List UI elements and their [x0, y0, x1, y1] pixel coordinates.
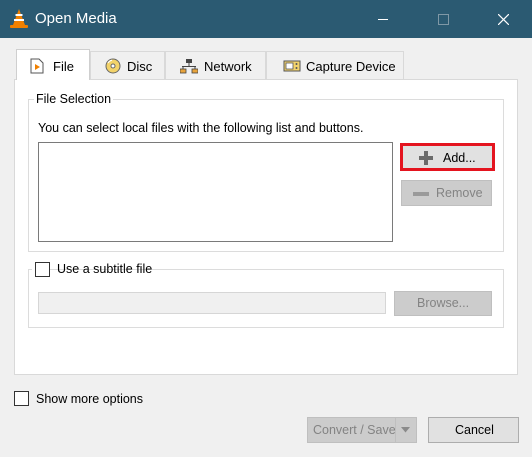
file-selection-legend: File Selection [34, 92, 114, 106]
cancel-button[interactable]: Cancel [428, 417, 519, 443]
tab-capture-device[interactable]: Capture Device [266, 51, 404, 79]
plus-icon [418, 150, 434, 166]
convert-save-button[interactable]: Convert / Save [307, 417, 417, 443]
close-button[interactable] [480, 0, 526, 38]
tab-network-label: Network [204, 59, 252, 74]
file-list[interactable] [38, 142, 393, 242]
tab-capture-device-label: Capture Device [306, 59, 396, 74]
tab-file[interactable]: File [16, 49, 90, 80]
remove-button[interactable]: Remove [401, 180, 492, 206]
tab-disc-label: Disc [127, 59, 153, 74]
browse-button[interactable]: Browse... [394, 291, 492, 316]
add-button-label: Add... [443, 151, 476, 165]
close-icon [498, 14, 509, 25]
vlc-cone-icon [9, 8, 29, 30]
file-icon [29, 58, 45, 74]
subtitle-path-input[interactable] [38, 292, 386, 314]
tab-file-label: File [53, 59, 74, 74]
maximize-icon [438, 14, 449, 25]
tab-disc[interactable]: Disc [90, 51, 165, 79]
capture-device-icon [283, 58, 301, 74]
show-more-options-checkbox[interactable] [14, 391, 29, 406]
convert-dropdown-arrow[interactable] [395, 418, 416, 442]
remove-button-label: Remove [436, 186, 483, 200]
chevron-down-icon [401, 427, 410, 433]
window-title: Open Media [35, 10, 117, 27]
disc-icon [105, 58, 121, 74]
show-more-options-label: Show more options [36, 392, 144, 406]
convert-save-label: Convert / Save [313, 423, 396, 437]
add-button[interactable]: Add... [400, 143, 495, 171]
cancel-button-label: Cancel [455, 423, 494, 437]
title-bar: Open Media [0, 0, 532, 38]
maximize-button[interactable] [420, 0, 466, 38]
subtitle-checkbox-label: Use a subtitle file [57, 262, 153, 276]
network-icon [179, 58, 199, 74]
minus-icon [413, 186, 429, 202]
minimize-button[interactable] [360, 0, 406, 38]
file-selection-description: You can select local files with the foll… [38, 121, 364, 135]
subtitle-checkbox[interactable] [35, 262, 50, 277]
minimize-icon [378, 19, 388, 20]
browse-button-label: Browse... [417, 296, 470, 310]
tab-network[interactable]: Network [165, 51, 266, 79]
